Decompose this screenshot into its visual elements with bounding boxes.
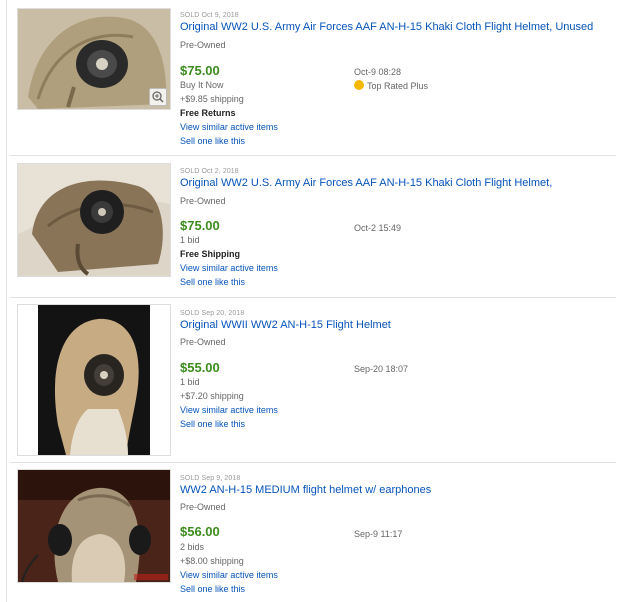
item-condition: Pre-Owned — [180, 40, 226, 50]
item-title-link[interactable]: Original WWII WW2 AN-H-15 Flight Helmet — [180, 319, 391, 331]
badge-label: Top Rated Plus — [367, 81, 429, 91]
item-price: $75.00 — [180, 218, 220, 233]
listing-item: SOLD Oct 2, 2018 Original WW2 U.S. Army … — [10, 156, 616, 296]
end-time: Sep-9 11:17 — [354, 529, 403, 539]
shipping-cost: +$8.00 shipping — [180, 556, 244, 566]
item-title-link[interactable]: Original WW2 U.S. Army Air Forces AAF AN… — [180, 21, 593, 33]
listing-item: SOLD Oct 9, 2018 Original WW2 U.S. Army … — [10, 0, 616, 155]
end-time: Sep-20 18:07 — [354, 364, 409, 374]
item-condition: Pre-Owned — [180, 196, 226, 206]
item-price: $55.00 — [180, 360, 220, 375]
item-thumbnail[interactable] — [17, 304, 171, 456]
left-divider — [6, 0, 7, 602]
free-returns-label: Free Returns — [180, 108, 236, 118]
item-thumbnail[interactable] — [17, 163, 171, 277]
sold-date-label: SOLD Sep 20, 2018 — [180, 310, 245, 317]
item-condition: Pre-Owned — [180, 337, 226, 347]
item-thumbnail[interactable] — [17, 8, 171, 110]
item-title-link[interactable]: Original WW2 U.S. Army Air Forces AAF AN… — [180, 177, 552, 189]
item-price: $56.00 — [180, 524, 220, 539]
view-similar-link[interactable]: View similar active items — [180, 405, 278, 415]
zoom-icon[interactable] — [149, 88, 167, 106]
listing-item: SOLD Sep 20, 2018 Original WWII WW2 AN-H… — [10, 298, 616, 461]
view-similar-link[interactable]: View similar active items — [180, 570, 278, 580]
sold-date-label: SOLD Sep 9, 2018 — [180, 475, 241, 482]
item-title-link[interactable]: WW2 AN-H-15 MEDIUM flight helmet w/ earp… — [180, 484, 431, 496]
view-similar-link[interactable]: View similar active items — [180, 122, 278, 132]
free-shipping-label: Free Shipping — [180, 249, 241, 259]
view-similar-link[interactable]: View similar active items — [180, 263, 278, 273]
sell-one-like-this-link[interactable]: Sell one like this — [180, 277, 245, 287]
shipping-cost: +$7.20 shipping — [180, 391, 244, 401]
bid-count: 1 bid — [180, 377, 200, 387]
sold-listings-page: SOLD Oct 9, 2018 Original WW2 U.S. Army … — [0, 0, 620, 602]
sold-date-label: SOLD Oct 9, 2018 — [180, 12, 239, 19]
sell-one-like-this-link[interactable]: Sell one like this — [180, 136, 245, 146]
bid-count: 2 bids — [180, 542, 205, 552]
item-price: $75.00 — [180, 63, 220, 78]
bid-count: 1 bid — [180, 235, 200, 245]
sell-one-like-this-link[interactable]: Sell one like this — [180, 419, 245, 429]
item-thumbnail[interactable] — [17, 469, 171, 583]
top-rated-medal-icon — [354, 80, 364, 90]
sold-date-label: SOLD Oct 2, 2018 — [180, 168, 239, 175]
sell-one-like-this-link[interactable]: Sell one like this — [180, 584, 245, 594]
top-rated-plus-badge: Top Rated Plus — [354, 80, 428, 91]
end-time: Oct-9 08:28 — [354, 67, 402, 77]
item-condition: Pre-Owned — [180, 502, 226, 512]
purchase-format: Buy It Now — [180, 80, 224, 90]
listing-item: SOLD Sep 9, 2018 WW2 AN-H-15 MEDIUM flig… — [10, 463, 616, 602]
end-time: Oct-2 15:49 — [354, 223, 402, 233]
shipping-cost: +$9.85 shipping — [180, 94, 244, 104]
